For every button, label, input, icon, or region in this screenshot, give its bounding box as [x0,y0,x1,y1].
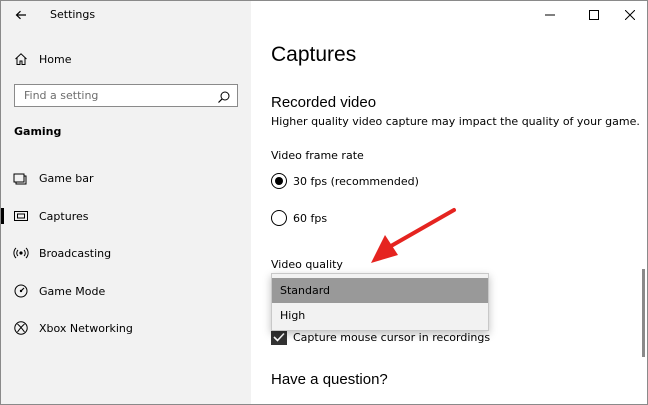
radio-label: 60 fps [293,211,328,225]
sidebar-item-label: Xbox Networking [39,321,133,335]
close-button[interactable] [613,1,647,29]
captures-icon [13,208,29,224]
dropdown-option-standard[interactable]: Standard [272,278,488,303]
game-bar-icon [13,170,29,186]
radio-60fps[interactable]: 60 fps [271,210,327,226]
sidebar-item-label: Home [39,52,72,66]
back-button[interactable] [7,3,35,27]
recorded-video-heading: Recorded video [271,94,377,111]
checkmark-icon [273,332,285,342]
radio-button[interactable] [271,210,287,226]
dropdown-option-label: High [280,309,306,322]
sidebar-item-game-bar[interactable]: Game bar [1,160,251,196]
radio-30fps[interactable]: 30 fps (recommended) [271,173,419,189]
sidebar-item-captures[interactable]: Captures [1,198,251,234]
search-placeholder: Find a setting [24,89,99,102]
video-quality-label: Video quality [271,258,343,271]
checkbox[interactable] [271,329,287,345]
close-icon [625,10,635,20]
xbox-icon [13,320,29,336]
search-input[interactable]: Find a setting [14,84,238,107]
sidebar-item-label: Captures [39,209,89,223]
video-quality-dropdown[interactable]: Standard High [271,273,489,331]
game-mode-icon [13,283,29,299]
section-heading: Gaming [14,125,62,138]
maximize-button[interactable] [577,1,611,29]
back-arrow-icon [15,10,26,20]
sidebar: Settings Home Find a setting Gaming Game… [1,1,251,404]
scrollbar[interactable] [642,269,645,357]
settings-window: Settings Home Find a setting Gaming Game… [0,0,648,405]
sidebar-item-broadcasting[interactable]: Broadcasting [1,235,251,271]
sidebar-item-label: Game Mode [39,284,106,298]
page-title: Captures [271,43,357,66]
question-heading: Have a question? [271,371,388,388]
checkbox-label: Capture mouse cursor in recordings [293,330,491,344]
radio-label: 30 fps (recommended) [293,174,419,188]
sidebar-item-label: Game bar [39,171,94,185]
search-icon [217,89,231,103]
capture-cursor-checkbox-row[interactable]: Capture mouse cursor in recordings [271,329,490,345]
window-title: Settings [50,8,96,21]
sidebar-item-game-mode[interactable]: Game Mode [1,273,251,309]
home-icon [13,51,29,67]
sidebar-item-label: Broadcasting [39,246,112,260]
sidebar-item-xbox-networking[interactable]: Xbox Networking [1,310,251,346]
sidebar-item-home[interactable]: Home [1,41,251,77]
maximize-icon [589,10,599,20]
minimize-icon [545,14,555,16]
radio-button[interactable] [271,173,287,189]
frame-rate-label: Video frame rate [271,149,364,162]
minimize-button[interactable] [533,1,567,29]
annotation-arrow-icon [371,208,456,263]
broadcasting-icon [13,245,29,261]
dropdown-option-label: Standard [280,284,331,297]
dropdown-option-high[interactable]: High [272,303,488,328]
recorded-video-description: Higher quality video capture may impact … [271,115,640,128]
